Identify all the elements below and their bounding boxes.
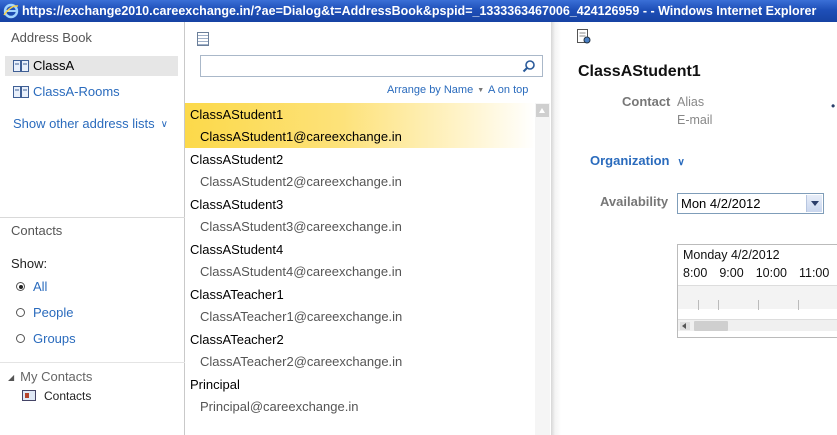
address-list-classa[interactable]: ClassA [5, 56, 178, 76]
address-book-icon [13, 60, 29, 72]
hour-tick [758, 300, 759, 310]
entry-name: ClassAStudent3 [190, 197, 284, 212]
arrange-by-dropdown[interactable]: Arrange by Name ▼ [387, 84, 484, 96]
availability-label: Availability [600, 194, 669, 209]
entry-name: Principal [190, 377, 240, 392]
filter-all-label: All [33, 279, 48, 294]
hour-label: 10:00 [755, 266, 787, 280]
address-list-classa-rooms[interactable]: ClassA-Rooms [5, 82, 178, 102]
entry-name: ClassAStudent4 [190, 242, 284, 257]
filter-groups-label: Groups [33, 331, 76, 346]
filter-all-radio[interactable]: All [16, 279, 47, 294]
address-list-label: ClassA [33, 58, 75, 73]
contacts-folder[interactable]: Contacts [22, 389, 91, 403]
divider [0, 362, 185, 363]
hour-tick [718, 300, 719, 310]
show-other-label: Show other address lists [13, 116, 155, 131]
entry-name: ClassAStudent1 [190, 107, 284, 122]
filter-groups-radio[interactable]: Groups [16, 331, 76, 346]
expand-triangle-icon: ◢ [8, 373, 15, 382]
address-book-view-icon[interactable] [197, 32, 209, 46]
list-item[interactable]: ClassATeacher1 ClassATeacher1@careexchan… [185, 283, 535, 328]
address-book-nav: Address Book ClassA ClassA-Rooms Show ot… [0, 22, 185, 435]
email-label: E-mail [677, 113, 713, 127]
pane-shadow [551, 22, 561, 435]
free-busy-band [678, 285, 837, 310]
list-item[interactable]: ClassAStudent1 ClassAStudent1@careexchan… [185, 103, 535, 148]
arrange-by-label: Arrange by Name [387, 84, 474, 96]
hour-tick [698, 300, 699, 310]
organization-section-toggle[interactable]: Organization ∨ [590, 153, 685, 168]
address-list-pane: Arrange by Name ▼ A on top ClassAStudent1… [185, 22, 551, 435]
list-item[interactable]: ClassAStudent4 ClassAStudent4@careexchan… [185, 238, 535, 283]
caret-down-icon: ▼ [477, 87, 485, 94]
double-chevron-down-icon: ∨ [160, 119, 168, 130]
hour-label: 8:00 [683, 266, 708, 280]
search-icon[interactable] [522, 59, 536, 73]
entry-email: ClassAStudent1@careexchange.in [200, 129, 402, 144]
presence-indicator: • [831, 99, 836, 113]
add-to-contacts-icon[interactable] [575, 28, 591, 44]
window-title-bar: https://exchange2010.careexchange.in/?ae… [0, 0, 837, 22]
show-label: Show: [11, 256, 48, 271]
radio-unchecked-icon [16, 308, 25, 317]
filter-people-label: People [33, 305, 74, 320]
my-contacts-folder[interactable]: ◢ My Contacts [8, 369, 92, 384]
address-list-label: ClassA-Rooms [33, 84, 120, 99]
window-title: https://exchange2010.careexchange.in/?ae… [22, 4, 817, 18]
scroll-left-arrow-icon[interactable] [680, 322, 690, 330]
double-chevron-down-icon: ∨ [677, 157, 685, 168]
search-input[interactable] [201, 56, 511, 76]
hour-label: 11:00 [798, 266, 830, 280]
divider [0, 217, 185, 218]
calendar-hours-row: 8:00 9:00 10:00 11:00 [683, 266, 837, 280]
entry-email: Principal@careexchange.in [200, 399, 359, 414]
address-book-title: Address Book [11, 30, 92, 45]
contacts-section-title: Contacts [11, 223, 63, 238]
entry-email: ClassAStudent3@careexchange.in [200, 219, 402, 234]
alias-label: Alias [677, 95, 705, 109]
radio-unchecked-icon [16, 334, 25, 343]
address-book-icon [13, 86, 29, 98]
dropdown-arrow-icon[interactable] [806, 195, 822, 212]
contacts-folder-label: Contacts [44, 389, 92, 403]
calendar-day-label: Monday 4/2/2012 [683, 248, 780, 262]
entry-email: ClassAStudent2@careexchange.in [200, 174, 402, 189]
address-entries-list: ClassAStudent1 ClassAStudent1@careexchan… [185, 103, 535, 435]
internet-explorer-icon [3, 3, 19, 19]
date-select-value: Mon 4/2/2012 [681, 196, 761, 211]
person-name-heading: ClassAStudent1 [578, 63, 701, 80]
list-item[interactable]: ClassAStudent2 ClassAStudent2@careexchan… [185, 148, 535, 193]
search-box [200, 55, 543, 77]
list-item[interactable]: ClassATeacher2 ClassATeacher2@careexchan… [185, 328, 535, 373]
hour-label: 9:00 [719, 266, 744, 280]
organization-label: Organization [590, 153, 670, 168]
hour-tick [798, 300, 799, 310]
scroll-up-arrow-icon[interactable] [536, 104, 549, 117]
list-item[interactable]: ClassAStudent3 ClassAStudent3@careexchan… [185, 193, 535, 238]
availability-date-select[interactable]: Mon 4/2/2012 [677, 193, 824, 214]
show-other-address-lists-link[interactable]: Show other address lists ∨ [13, 116, 168, 131]
entry-name: ClassATeacher2 [190, 332, 284, 347]
entry-email: ClassATeacher1@careexchange.in [200, 309, 403, 324]
my-contacts-label: My Contacts [20, 369, 93, 384]
details-pane: ClassAStudent1 Contact Alias E-mail • Or… [561, 22, 837, 435]
entry-email: ClassAStudent4@careexchange.in [200, 264, 402, 279]
sort-order-toggle[interactable]: A on top [488, 84, 528, 96]
list-item[interactable]: Principal Principal@careexchange.in [185, 373, 535, 418]
entry-name: ClassAStudent2 [190, 152, 284, 167]
entry-name: ClassATeacher1 [190, 287, 284, 302]
radio-checked-icon [16, 282, 25, 291]
contact-label: Contact [622, 94, 671, 109]
list-scrollbar[interactable] [535, 103, 550, 435]
filter-people-radio[interactable]: People [16, 305, 73, 320]
scroll-thumb[interactable] [694, 321, 728, 331]
availability-calendar: Monday 4/2/2012 8:00 9:00 10:00 11:00 [677, 244, 837, 338]
calendar-horizontal-scrollbar[interactable] [678, 319, 837, 331]
entry-email: ClassATeacher2@careexchange.in [200, 354, 403, 369]
contacts-card-icon [22, 390, 36, 401]
